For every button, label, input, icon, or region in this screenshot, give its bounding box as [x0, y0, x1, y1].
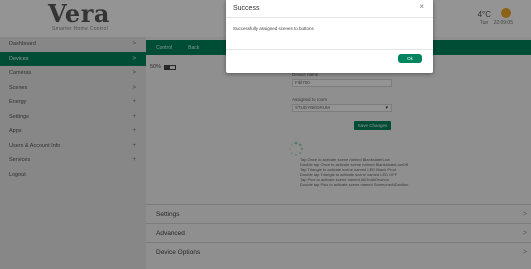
success-dialog: Success × Successfully assigned scenes t…	[226, 0, 433, 73]
dialog-divider	[226, 49, 433, 50]
dialog-title: Success	[233, 5, 260, 12]
ok-button[interactable]: Ok	[398, 54, 422, 63]
dialog-divider	[226, 17, 433, 18]
close-icon[interactable]: ×	[419, 3, 424, 11]
dialog-message: Successfully assigned scenes to buttons	[233, 26, 314, 31]
